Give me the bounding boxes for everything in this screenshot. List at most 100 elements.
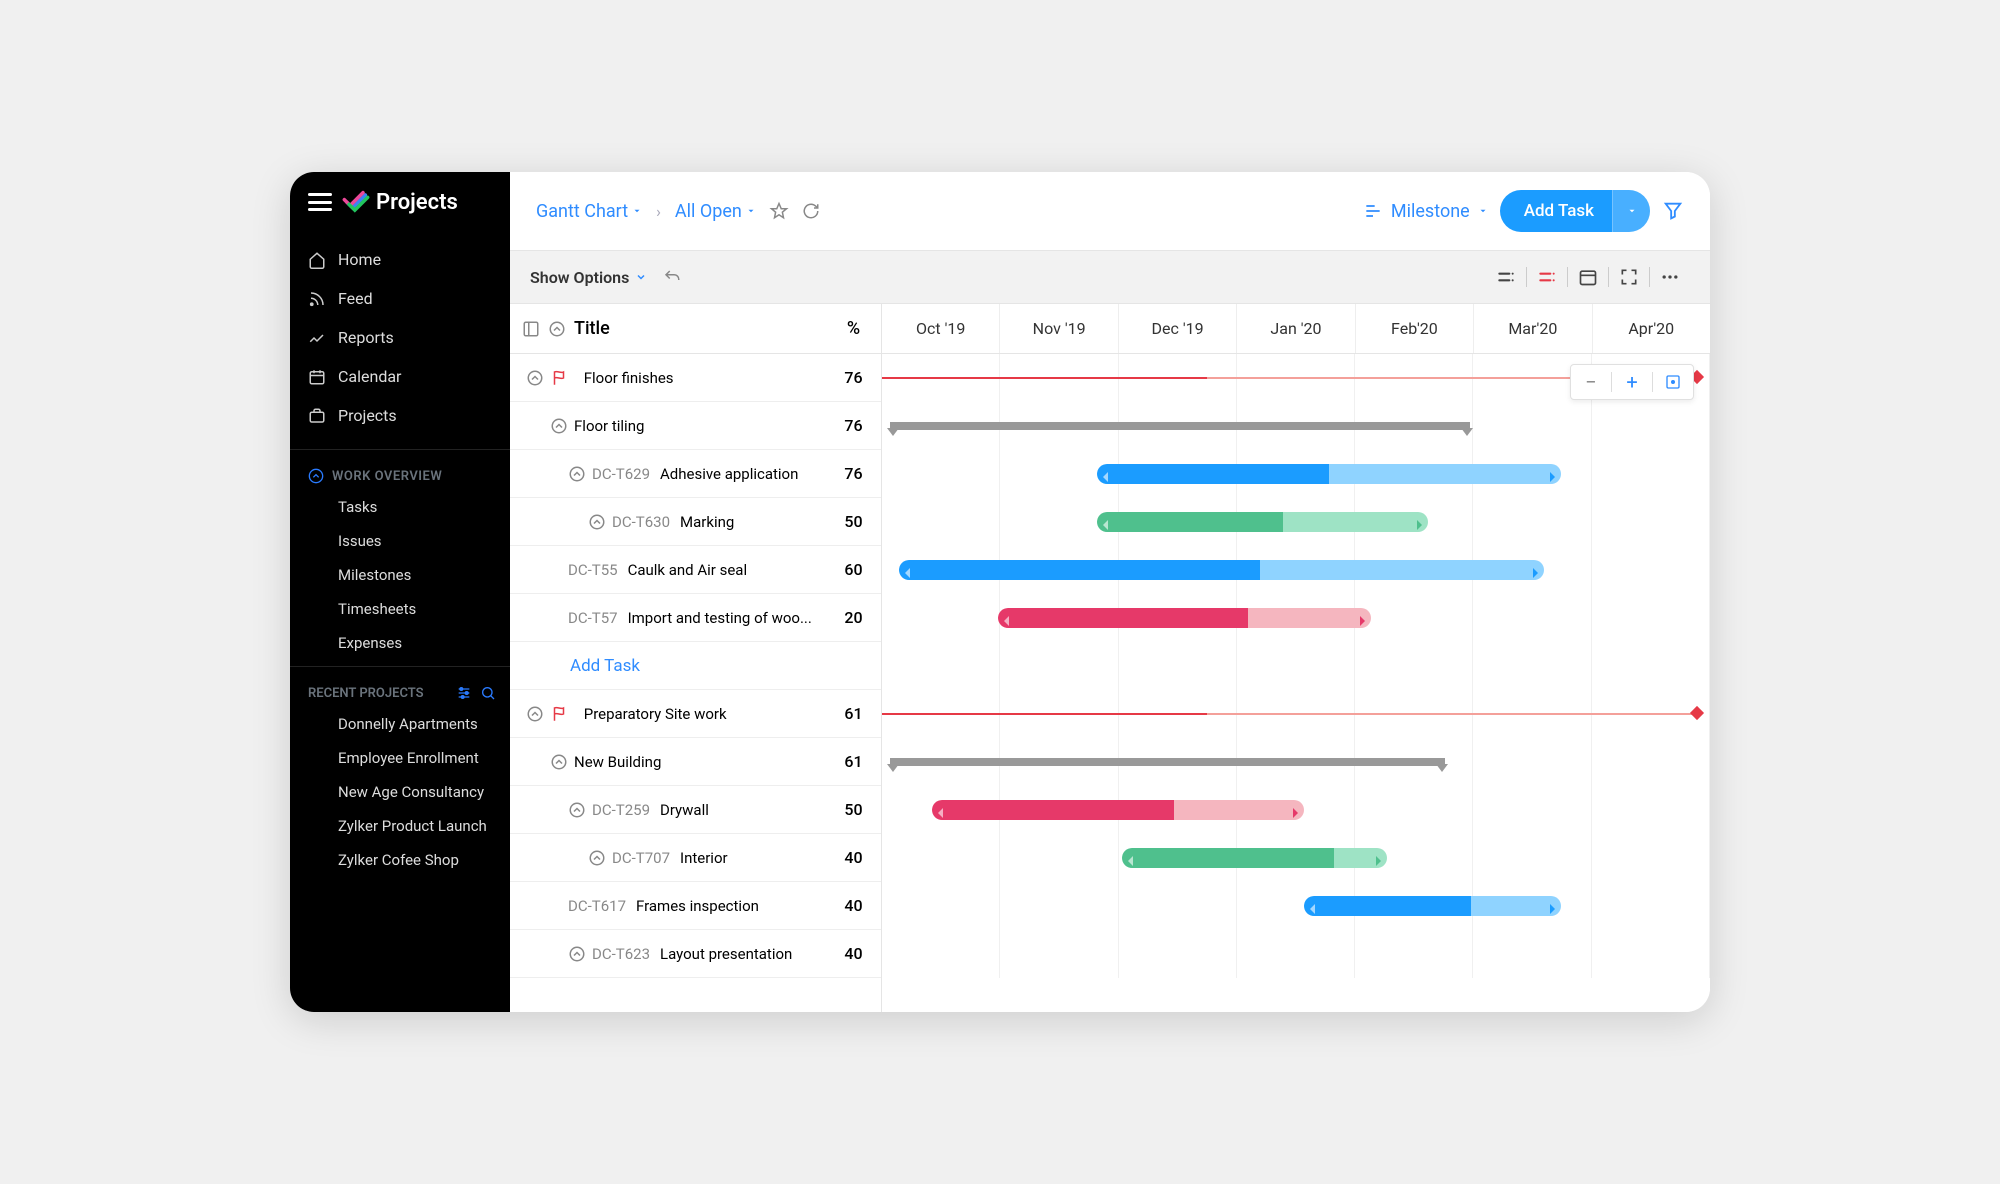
drag-right-icon[interactable] [1415, 519, 1423, 531]
nav-milestones[interactable]: Milestones [290, 558, 510, 592]
layout-option-2[interactable] [1527, 261, 1567, 293]
filter-icon[interactable] [1662, 200, 1684, 222]
drag-left-icon[interactable] [1102, 519, 1110, 531]
drag-left-icon[interactable] [1102, 471, 1110, 483]
recent-project-item[interactable]: Employee Enrollment [290, 741, 510, 775]
drag-right-icon[interactable] [1358, 615, 1366, 627]
gantt-bar[interactable] [932, 800, 1305, 820]
task-percent: 40 [826, 896, 881, 915]
zoom-in-button[interactable]: + [1612, 365, 1652, 399]
nav-calendar[interactable]: Calendar [290, 357, 510, 396]
layout-option-1[interactable] [1486, 261, 1526, 293]
gantt-bar[interactable] [1097, 512, 1428, 532]
task-row[interactable]: DC-T707Interior40 [510, 834, 881, 882]
gantt-bar[interactable] [899, 560, 1545, 580]
nav-tasks[interactable]: Tasks [290, 490, 510, 524]
task-row[interactable]: DC-T259Drywall50 [510, 786, 881, 834]
undo-icon[interactable] [663, 268, 681, 286]
gantt-bar[interactable] [1304, 896, 1561, 916]
task-percent: 76 [826, 416, 881, 435]
nav-reports[interactable]: Reports [290, 318, 510, 357]
recent-project-item[interactable]: Donnelly Apartments [290, 707, 510, 741]
app-name: Projects [376, 190, 458, 215]
nav-projects[interactable]: Projects [290, 396, 510, 435]
caret-up-icon[interactable] [588, 849, 606, 867]
gantt-bar[interactable] [1097, 464, 1561, 484]
groupby-selector[interactable]: Milestone [1363, 201, 1488, 222]
bar-row [882, 450, 1710, 498]
bar-row [882, 786, 1710, 834]
drag-right-icon[interactable] [1548, 903, 1556, 915]
more-options[interactable] [1650, 261, 1690, 293]
task-row[interactable]: Floor tiling76 [510, 402, 881, 450]
reports-icon [308, 329, 326, 347]
drag-left-icon[interactable] [904, 567, 912, 579]
task-percent: 20 [826, 608, 881, 627]
search-icon[interactable] [480, 685, 496, 701]
month-header: Dec '19 [1119, 304, 1237, 353]
drag-left-icon[interactable] [1003, 615, 1011, 627]
task-row[interactable]: Add Task [510, 642, 881, 690]
collapse-all-icon[interactable] [548, 320, 566, 338]
menu-toggle[interactable] [308, 193, 332, 211]
bar-row [882, 738, 1710, 786]
drag-right-icon[interactable] [1548, 471, 1556, 483]
drag-left-icon[interactable] [1127, 855, 1135, 867]
fullscreen-button[interactable] [1609, 261, 1649, 293]
task-row[interactable]: New Building61 [510, 738, 881, 786]
caret-up-icon[interactable] [568, 945, 586, 963]
drag-left-icon[interactable] [937, 807, 945, 819]
nav-timesheets[interactable]: Timesheets [290, 592, 510, 626]
star-icon[interactable] [770, 202, 788, 220]
caret-up-icon[interactable] [526, 369, 544, 387]
nav-home[interactable]: Home [290, 240, 510, 279]
drag-right-icon[interactable] [1374, 855, 1382, 867]
caret-up-icon[interactable] [550, 753, 568, 771]
sidebar: Projects Home Feed Reports Calendar [290, 172, 510, 1012]
refresh-icon[interactable] [802, 202, 820, 220]
caret-up-icon[interactable] [568, 465, 586, 483]
view-selector[interactable]: Gantt Chart [536, 201, 642, 222]
drag-right-icon[interactable] [1291, 807, 1299, 819]
recent-project-item[interactable]: New Age Consultancy [290, 775, 510, 809]
show-options-toggle[interactable]: Show Options [530, 268, 647, 287]
gantt-bar[interactable] [1122, 848, 1387, 868]
zoom-out-button[interactable]: − [1571, 365, 1611, 399]
gantt-task-list: Title % Floor finishes76Floor tiling76DC… [510, 304, 882, 1012]
chevron-down-icon [1478, 206, 1488, 216]
column-settings-icon[interactable] [522, 320, 540, 338]
caret-up-icon[interactable] [588, 513, 606, 531]
task-row[interactable]: DC-T55Caulk and Air seal60 [510, 546, 881, 594]
add-task-inline[interactable]: Add Task [510, 656, 826, 676]
task-row[interactable]: DC-T57Import and testing of woo...20 [510, 594, 881, 642]
add-task-dropdown[interactable] [1612, 190, 1650, 232]
drag-right-icon[interactable] [1531, 567, 1539, 579]
gantt-timeline[interactable]: Oct '19Nov '19Dec '19Jan '20Feb'20Mar'20… [882, 304, 1710, 1012]
task-row[interactable]: Preparatory Site work61 [510, 690, 881, 738]
task-row[interactable]: DC-T617Frames inspection40 [510, 882, 881, 930]
nav-issues[interactable]: Issues [290, 524, 510, 558]
caret-up-icon[interactable] [550, 417, 568, 435]
gantt-bar[interactable] [998, 608, 1371, 628]
feed-icon [308, 290, 326, 308]
nav-feed[interactable]: Feed [290, 279, 510, 318]
sliders-icon[interactable] [456, 685, 472, 701]
task-percent: 40 [826, 944, 881, 963]
filter-selector[interactable]: All Open [675, 201, 756, 222]
add-task-button[interactable]: Add Task [1500, 190, 1650, 232]
title-column-header: Title [574, 318, 610, 339]
task-row[interactable]: Floor finishes76 [510, 354, 881, 402]
task-row[interactable]: DC-T629Adhesive application76 [510, 450, 881, 498]
task-row[interactable]: DC-T630Marking50 [510, 498, 881, 546]
recent-project-item[interactable]: Zylker Cofee Shop [290, 843, 510, 877]
caret-up-icon[interactable] [568, 801, 586, 819]
caret-up-icon[interactable] [526, 705, 544, 723]
projects-icon [308, 407, 326, 425]
task-row[interactable]: DC-T623Layout presentation40 [510, 930, 881, 978]
nav-expenses[interactable]: Expenses [290, 626, 510, 660]
drag-left-icon[interactable] [1309, 903, 1317, 915]
recent-project-item[interactable]: Zylker Product Launch [290, 809, 510, 843]
today-button[interactable] [1568, 261, 1608, 293]
fit-button[interactable] [1653, 365, 1693, 399]
section-work-overview[interactable]: WORK OVERVIEW [290, 456, 510, 490]
